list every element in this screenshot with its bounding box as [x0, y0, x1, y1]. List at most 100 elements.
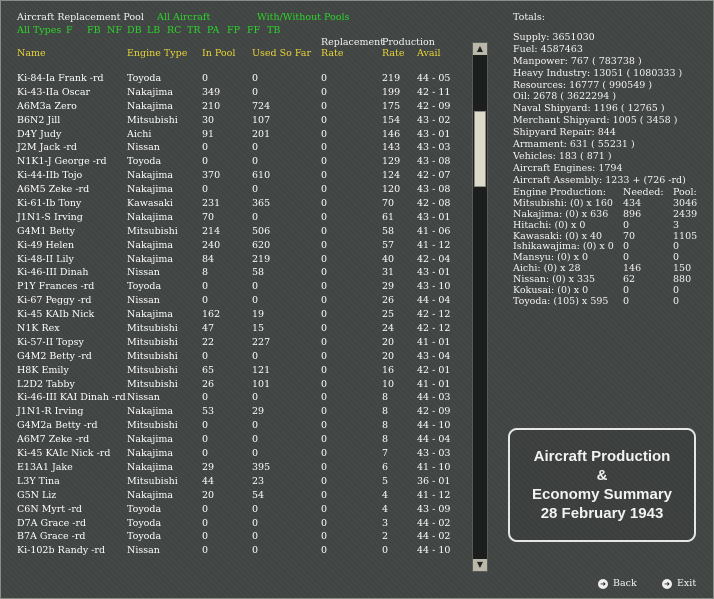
engine-type-cell: Nissan: [127, 142, 160, 154]
all-aircraft-link[interactable]: All Aircraft: [157, 12, 210, 23]
table-row[interactable]: G4M2a Betty -rd Mitsubishi 0 0 0 8 44 - 10: [17, 419, 457, 433]
table-row[interactable]: N1K Rex Mitsubishi 47 15 0 24 42 - 12: [17, 322, 457, 336]
table-row[interactable]: Ki-45 KAIc Nick -rd Nakajima 0 0 0 7 43 - 03: [17, 447, 457, 461]
table-row[interactable]: J1N1-S Irving Nakajima 70 0 0 61 43 - 01: [17, 211, 457, 225]
table-row[interactable]: Ki-46-III KAI Dinah -rd Nissan 0 0 0 8 44 - 03: [17, 391, 457, 405]
engine-type-cell: Mitsubishi: [127, 475, 178, 487]
filter-all-types[interactable]: All Types: [17, 25, 61, 36]
table-row[interactable]: A6M5 Zeke -rd Nakajima 0 0 0 120 43 - 08: [17, 183, 457, 197]
col-in-pool-header[interactable]: In Pool: [202, 48, 235, 59]
in-pool-cell: 0: [202, 73, 209, 84]
scroll-up-arrow-icon[interactable]: ▲: [473, 43, 487, 55]
col-used-header[interactable]: Used So Far: [252, 48, 311, 59]
aircraft-name-cell: D7A Grace -rd: [17, 517, 87, 529]
filter-f[interactable]: F: [66, 25, 73, 36]
col-engine-header[interactable]: Engine Type: [127, 48, 187, 59]
table-row[interactable]: G4M2 Betty -rd Mitsubishi 0 0 0 20 43 - 04: [17, 350, 457, 364]
table-row[interactable]: L2D2 Tabby Mitsubishi 26 101 0 10 41 - 01: [17, 378, 457, 392]
table-row[interactable]: B6N2 Jill Mitsubishi 30 107 0 154 43 - 02: [17, 114, 457, 128]
filter-fp[interactable]: FP: [227, 25, 240, 36]
table-row[interactable]: Ki-61-Ib Tony Kawasaki 231 365 0 70 42 - 08: [17, 197, 457, 211]
in-pool-cell: 349: [202, 86, 221, 98]
with-without-pools-link[interactable]: With/Without Pools: [257, 12, 349, 23]
table-row[interactable]: Ki-84-Ia Frank -rd Toyoda 0 0 0 219 44 - 05: [17, 72, 457, 86]
totals-line: Heavy Industry: 13051 ( 1080333 ): [513, 67, 683, 79]
engine-type-cell: Nakajima: [127, 86, 174, 98]
table-row[interactable]: Ki-67 Peggy -rd Nissan 0 0 0 26 44 - 04: [17, 294, 457, 308]
table-row[interactable]: G5N Liz Nakajima 20 54 0 4 41 - 12: [17, 489, 457, 503]
used-so-far-cell: 0: [252, 392, 259, 404]
table-scrollbar[interactable]: ▲ ▼: [472, 42, 488, 572]
table-row[interactable]: Ki-44-IIb Tojo Nakajima 370 610 0 124 42 - 07: [17, 169, 457, 183]
filter-tr[interactable]: TR: [187, 25, 201, 36]
table-row[interactable]: B7A Grace -rd Toyoda 0 0 0 2 44 - 02: [17, 530, 457, 544]
production-avail-cell: 43 - 01: [417, 211, 451, 223]
scroll-thumb[interactable]: [474, 111, 486, 187]
filter-pa[interactable]: PA: [207, 25, 219, 36]
table-row[interactable]: Ki-102b Randy -rd Nissan 0 0 0 0 44 - 10: [17, 544, 457, 558]
totals-line: Oil: 2678 ( 3622294 ): [513, 91, 617, 103]
col-production-rate-header[interactable]: Rate: [382, 48, 404, 59]
table-row[interactable]: E13A1 Jake Nakajima 29 395 0 6 41 - 10: [17, 461, 457, 475]
engine-type-cell: Mitsubishi: [127, 225, 178, 237]
table-row[interactable]: D4Y Judy Aichi 91 201 0 146 43 - 01: [17, 128, 457, 142]
table-row[interactable]: J1N1-R Irving Nakajima 53 29 0 8 42 - 09: [17, 405, 457, 419]
table-row[interactable]: Ki-43-IIa Oscar Nakajima 349 0 0 199 42 - 11: [17, 86, 457, 100]
engine-type-cell: Mitsubishi: [127, 420, 178, 432]
table-row[interactable]: Ki-46-III Dinah Nissan 8 58 0 31 43 - 01: [17, 266, 457, 280]
col-replacement-rate-header[interactable]: Rate: [321, 48, 343, 59]
col-avail-header[interactable]: Avail: [417, 48, 441, 59]
table-row[interactable]: G4M1 Betty Mitsubishi 214 506 0 58 41 - 06: [17, 225, 457, 239]
back-button[interactable]: ➜ Back: [598, 578, 637, 590]
production-rate-cell: 2: [382, 531, 389, 543]
in-pool-cell: 0: [202, 142, 209, 154]
totals-line: Aircraft Assembly: 1233 + (726 -rd): [513, 174, 686, 186]
used-so-far-cell: 15: [252, 323, 265, 335]
table-row[interactable]: Ki-49 Helen Nakajima 240 620 0 57 41 - 12: [17, 239, 457, 253]
replacement-rate-cell: 0: [321, 211, 328, 223]
used-so-far-cell: 29: [252, 406, 265, 418]
filter-nf[interactable]: NF: [107, 25, 122, 36]
used-so-far-cell: 0: [252, 211, 259, 223]
summary-line-3: Economy Summary: [531, 486, 673, 503]
replacement-rate-cell: 0: [321, 267, 328, 279]
aircraft-name-cell: G4M2 Betty -rd: [17, 350, 92, 362]
filter-lb[interactable]: LB: [147, 25, 160, 36]
aircraft-name-cell: Ki-43-IIa Oscar: [17, 86, 91, 98]
replacement-rate-cell: 0: [321, 392, 328, 404]
table-row[interactable]: C6N Myrt -rd Toyoda 0 0 0 4 43 - 09: [17, 503, 457, 517]
table-row[interactable]: Ki-48-II Lily Nakajima 84 219 0 40 42 - 04: [17, 253, 457, 267]
replacement-rate-cell: 0: [321, 475, 328, 487]
table-row[interactable]: N1K1-J George -rd Toyoda 0 0 0 129 43 - 08: [17, 155, 457, 169]
table-row[interactable]: A6M7 Zeke -rd Nakajima 0 0 0 8 44 - 04: [17, 433, 457, 447]
exit-button[interactable]: ➜ Exit: [662, 578, 696, 590]
in-pool-cell: 0: [202, 503, 209, 515]
table-row[interactable]: P1Y Frances -rd Toyoda 0 0 0 29 43 - 10: [17, 280, 457, 294]
engine-type-cell: Mitsubishi: [127, 336, 178, 348]
scroll-down-arrow-icon[interactable]: ▼: [473, 559, 487, 571]
replacement-rate-cell: 0: [321, 378, 328, 390]
table-row[interactable]: A6M3a Zero Nakajima 210 724 0 175 42 - 09: [17, 100, 457, 114]
production-rate-cell: 70: [382, 198, 395, 210]
table-row[interactable]: J2M Jack -rd Nissan 0 0 0 143 43 - 03: [17, 141, 457, 155]
filter-rc[interactable]: RC: [167, 25, 181, 36]
pool-title: Aircraft Replacement Pool: [17, 12, 144, 23]
table-row[interactable]: D7A Grace -rd Toyoda 0 0 0 3 44 - 02: [17, 517, 457, 531]
table-row[interactable]: H8K Emily Mitsubishi 65 121 0 16 42 - 01: [17, 364, 457, 378]
filter-tb[interactable]: TB: [267, 25, 280, 36]
replacement-rate-cell: 0: [321, 295, 328, 307]
table-row[interactable]: Ki-45 KAIb Nick Nakajima 162 19 0 25 42 - 12: [17, 308, 457, 322]
col-name-header[interactable]: Name: [17, 48, 46, 59]
production-rate-cell: 8: [382, 392, 389, 404]
aircraft-name-cell: Ki-102b Randy -rd: [17, 545, 106, 557]
used-so-far-cell: 724: [252, 100, 271, 112]
engine-type-cell: Mitsubishi: [127, 114, 178, 126]
filter-db[interactable]: DB: [127, 25, 142, 36]
in-pool-cell: 0: [202, 517, 209, 529]
used-so-far-cell: 101: [252, 378, 271, 390]
table-row[interactable]: Ki-57-II Topsy Mitsubishi 22 227 0 20 41 - 01: [17, 336, 457, 350]
table-row[interactable]: L3Y Tina Mitsubishi 44 23 0 5 36 - 01: [17, 475, 457, 489]
filter-fb[interactable]: FB: [87, 25, 101, 36]
filter-ff[interactable]: FF: [247, 25, 260, 36]
used-so-far-cell: 0: [252, 350, 259, 362]
